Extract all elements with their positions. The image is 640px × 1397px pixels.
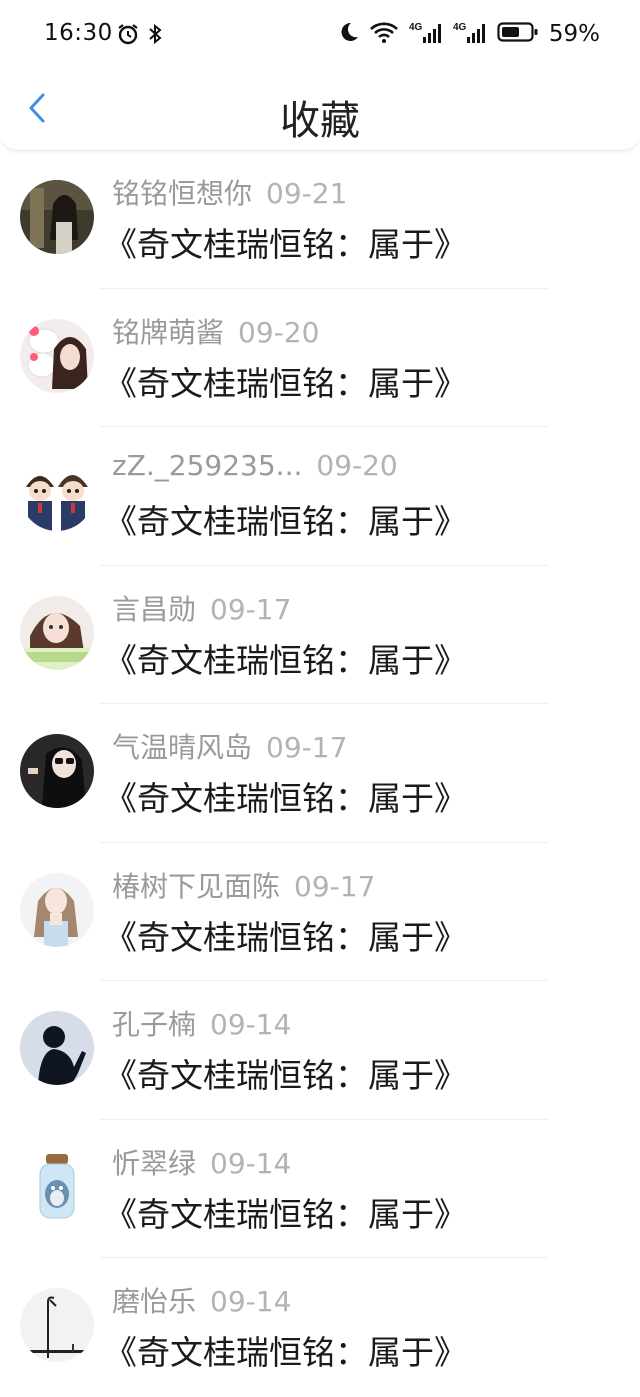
date: 09-20 [316,449,398,482]
favorite-title[interactable]: 《奇文桂瑞恒铭：属于》 [104,1188,467,1236]
list-item[interactable]: zZ._259235... 09-20 《奇文桂瑞恒铭：属于》 [0,427,640,566]
user-name: 忻翠绿 [112,1146,197,1180]
page-title: 收藏 [280,98,360,144]
favorite-title[interactable]: 《奇文桂瑞恒铭：属于》 [104,772,467,820]
date: 09-17 [294,869,376,903]
date: 09-17 [266,731,348,764]
list-item[interactable]: 磨怡乐 09-14 《奇文桂瑞恒铭：属于》 [0,1258,640,1397]
date: 09-21 [266,177,348,210]
user-name: 铭牌萌酱 [112,315,225,349]
avatar[interactable] [20,318,94,393]
svg-text:4G: 4G [409,22,423,33]
user-name: 气温晴风岛 [112,731,253,764]
avatar[interactable] [20,734,94,808]
bluetooth-icon [148,22,162,50]
list-item[interactable]: 椿树下见面陈 09-17 《奇文桂瑞恒铭：属于》 [0,843,640,981]
wifi-icon [369,20,399,48]
favorite-title[interactable]: 《奇文桂瑞恒铭：属于》 [104,911,467,959]
user-name: 铭铭恒想你 [112,177,253,210]
date: 09-20 [238,315,320,349]
user-name: 言昌勋 [112,592,197,626]
favorite-title[interactable]: 《奇文桂瑞恒铭：属于》 [104,357,467,405]
avatar[interactable] [20,1288,94,1362]
status-bar: 16:30 4G 4G 59% [0,0,640,70]
favorite-title[interactable]: 《奇文桂瑞恒铭：属于》 [104,218,467,266]
status-time: 16:30 [44,20,113,46]
list-item[interactable]: 忻翠绿 09-14 《奇文桂瑞恒铭：属于》 [0,1120,640,1258]
list-item[interactable]: 孔子楠 09-14 《奇文桂瑞恒铭：属于》 [0,981,640,1120]
list-item[interactable]: 铭铭恒想你 09-21 《奇文桂瑞恒铭：属于》 [0,150,640,289]
signal-4g-icon: 4G [453,20,487,48]
avatar[interactable] [20,457,94,531]
list-item[interactable]: 言昌勋 09-17 《奇文桂瑞恒铭：属于》 [0,566,640,704]
favorites-list: 铭铭恒想你 09-21 《奇文桂瑞恒铭：属于》 铭牌萌酱 09-20 《奇文桂瑞恒铭… [0,150,640,1397]
list-item[interactable]: 气温晴风岛 09-17 《奇文桂瑞恒铭：属于》 [0,704,640,843]
user-name: 椿树下见面陈 [112,869,281,903]
user-name: zZ._259235... [112,449,303,482]
svg-text:4G: 4G [453,22,467,33]
signal-4g-icon: 4G [409,20,443,48]
avatar[interactable] [20,180,94,254]
battery-percent: 59% [548,21,600,47]
date: 09-14 [210,1285,292,1318]
header-bar: 收藏 [0,70,640,151]
favorite-title[interactable]: 《奇文桂瑞恒铭：属于》 [104,1049,467,1097]
moon-icon [337,20,359,48]
avatar[interactable] [20,1149,94,1224]
favorite-title[interactable]: 《奇文桂瑞恒铭：属于》 [104,634,467,682]
avatar[interactable] [20,1011,94,1085]
list-item[interactable]: 铭牌萌酱 09-20 《奇文桂瑞恒铭：属于》 [0,289,640,427]
favorite-title[interactable]: 《奇文桂瑞恒铭：属于》 [104,495,467,543]
date: 09-14 [210,1008,292,1041]
avatar[interactable] [20,872,94,947]
date: 09-14 [210,1146,292,1180]
favorite-title[interactable]: 《奇文桂瑞恒铭：属于》 [104,1326,467,1374]
avatar[interactable] [20,595,94,670]
alarm-icon [116,22,140,50]
battery-icon [497,20,539,48]
user-name: 磨怡乐 [112,1285,197,1318]
user-name: 孔子楠 [112,1008,197,1041]
date: 09-17 [210,592,292,626]
